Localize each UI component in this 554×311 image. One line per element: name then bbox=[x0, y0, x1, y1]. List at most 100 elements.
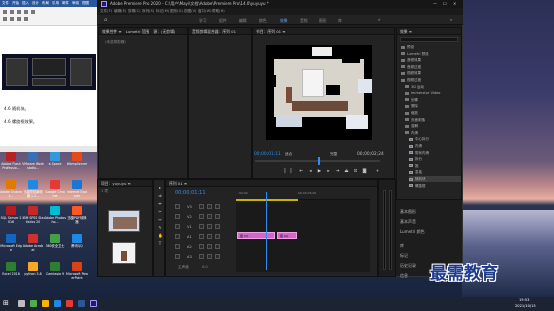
section-lumetri-color[interactable]: Lumetri 颜色 bbox=[400, 229, 425, 235]
effects-tree-item[interactable]: 擦除 bbox=[405, 103, 461, 109]
desktop-icon[interactable]: 腾讯QQ bbox=[66, 234, 88, 264]
close-icon[interactable]: ✕ bbox=[453, 1, 456, 6]
taskbar-app-3-icon[interactable] bbox=[66, 300, 73, 307]
type-tool-icon[interactable]: T bbox=[158, 242, 162, 246]
program-playhead[interactable] bbox=[318, 157, 320, 165]
export-frame-icon[interactable]: ◙ bbox=[362, 169, 367, 174]
effects-tree-item[interactable]: 3D 运动 bbox=[405, 84, 461, 90]
taskbar-app-2-icon[interactable] bbox=[54, 300, 61, 307]
track-sync-toggle[interactable] bbox=[207, 214, 212, 219]
desktop-icon[interactable]: Camtasia 9 bbox=[44, 262, 66, 292]
word-tab-view[interactable]: 视图 bbox=[82, 1, 89, 6]
file-explorer-icon[interactable] bbox=[42, 300, 49, 307]
format-icon[interactable] bbox=[10, 10, 14, 14]
paste-icon[interactable] bbox=[3, 10, 7, 14]
effects-tree-item[interactable]: 缩放 bbox=[405, 110, 461, 116]
step-forward-icon[interactable]: ▸ bbox=[326, 169, 331, 174]
project-clip-thumb-1[interactable] bbox=[108, 210, 140, 232]
desktop-icon[interactable]: VMware Workstatio... bbox=[22, 152, 44, 182]
ws-tab-assembly[interactable]: 组件 bbox=[219, 18, 227, 24]
desktop-icon[interactable]: 360安全卫士 bbox=[44, 234, 66, 264]
effects-tree-item[interactable]: 划像 bbox=[405, 97, 461, 103]
mark-in-icon[interactable]: ▕ bbox=[281, 169, 286, 174]
track-lock-toggle[interactable] bbox=[199, 234, 204, 239]
desktop-icon[interactable]: python 3.8 bbox=[22, 262, 44, 292]
home-icon[interactable]: ⌂ bbox=[104, 17, 107, 23]
word-tab-home[interactable]: 开始 bbox=[12, 1, 19, 6]
desktop-icon[interactable]: Excel 2016 bbox=[0, 262, 22, 292]
word-tab-file[interactable]: 文件 bbox=[2, 1, 9, 6]
bold-icon[interactable] bbox=[17, 10, 21, 14]
timeline-clip-video[interactable]: 图 [V] bbox=[237, 232, 275, 239]
desktop-icon[interactable]: Adobe Flash Professio... bbox=[0, 152, 22, 182]
desktop-icon[interactable]: IBM SPSS Statistics 20 bbox=[22, 206, 44, 236]
effects-tree-item[interactable]: 拆分 bbox=[409, 156, 461, 162]
word-tab-mailings[interactable]: 邮件 bbox=[62, 1, 69, 6]
section-markers[interactable]: 标记 bbox=[400, 253, 408, 259]
section-history[interactable]: 历史记录 bbox=[400, 263, 416, 269]
tab-source[interactable]: 源：(无剪辑) bbox=[153, 29, 175, 34]
track-target-toggle[interactable] bbox=[175, 244, 180, 249]
project-tab[interactable]: 项目：yuyuyu ≡ bbox=[98, 180, 152, 187]
effects-tree-item[interactable]: 推 bbox=[409, 163, 461, 169]
effects-tree-item[interactable]: 螺旋框 bbox=[409, 183, 461, 189]
menu-window[interactable]: 窗口(W) bbox=[198, 9, 212, 14]
menu-clip[interactable]: 剪辑(C) bbox=[128, 9, 141, 14]
track-sync-toggle[interactable] bbox=[207, 204, 212, 209]
minimize-icon[interactable]: — bbox=[433, 1, 437, 6]
slip-tool-icon[interactable]: ↔ bbox=[158, 218, 162, 222]
ws-tab-learning[interactable]: 学习 bbox=[199, 18, 207, 24]
desktop-icon[interactable]: e-Space bbox=[44, 152, 66, 182]
desktop-icon[interactable]: Adobe Acrobat bbox=[22, 234, 44, 264]
fit-dropdown[interactable]: 适合 bbox=[285, 152, 292, 157]
word-tab-insert[interactable]: 插入 bbox=[22, 1, 29, 6]
ws-tab-audio[interactable]: 音频 bbox=[300, 18, 308, 24]
word-tab-layout[interactable]: 布局 bbox=[42, 1, 49, 6]
effects-tree-item[interactable]: 视频效果 bbox=[401, 70, 461, 76]
mark-out-icon[interactable]: ▏ bbox=[290, 169, 295, 174]
sequence-tab[interactable]: 序列 01 ≡ bbox=[166, 180, 377, 187]
track-target-toggle[interactable] bbox=[175, 204, 180, 209]
menu-view[interactable]: 视图(V) bbox=[184, 9, 196, 14]
timeline-playhead[interactable] bbox=[266, 192, 267, 270]
effects-tree-item[interactable]: 页面剥落 bbox=[405, 117, 461, 123]
section-libraries[interactable]: 库 bbox=[400, 243, 404, 249]
effects-tree-item[interactable]: 溶解 bbox=[405, 123, 461, 129]
search-taskbar-icon[interactable] bbox=[18, 300, 25, 307]
timeline-timecode[interactable]: 00;00;01;11 bbox=[175, 190, 206, 196]
quality-dropdown[interactable]: 完整 bbox=[330, 152, 337, 157]
track-visibility-toggle[interactable] bbox=[215, 214, 220, 219]
track-target-toggle[interactable] bbox=[175, 234, 180, 239]
track-lock-toggle[interactable] bbox=[199, 224, 204, 229]
play-icon[interactable]: ▶ bbox=[317, 169, 322, 174]
track-lock-toggle[interactable] bbox=[199, 254, 204, 259]
project-clip-thumb-2[interactable] bbox=[112, 242, 136, 264]
effects-tree-item[interactable]: 内滑 bbox=[409, 143, 461, 149]
effects-tree-item[interactable]: Lumetri 预设 bbox=[401, 51, 461, 57]
maximize-icon[interactable]: ☐ bbox=[443, 1, 447, 6]
ws-tab-effects[interactable]: 效果 bbox=[280, 18, 288, 24]
track-target-toggle[interactable] bbox=[175, 254, 180, 259]
clock-date[interactable]: 2021/10/15 bbox=[515, 304, 536, 308]
section-info[interactable]: 信息 bbox=[400, 273, 408, 279]
section-essential-graphics[interactable]: 基本图形 bbox=[400, 209, 416, 215]
effects-tree-item[interactable]: 带状内滑 bbox=[409, 150, 461, 156]
step-back-icon[interactable]: ◂ bbox=[308, 169, 313, 174]
program-timecode[interactable]: 00;00;01;11 bbox=[254, 152, 281, 157]
more-workspaces-icon[interactable]: » bbox=[378, 17, 380, 22]
hand-tool-icon[interactable]: ✋ bbox=[158, 234, 163, 238]
track-sync-toggle[interactable] bbox=[207, 244, 212, 249]
track-sync-toggle[interactable] bbox=[207, 224, 212, 229]
add-button-icon[interactable]: + bbox=[375, 169, 380, 174]
ripple-edit-tool-icon[interactable]: ⇹ bbox=[158, 202, 162, 206]
menu-sequence[interactable]: 序列(S) bbox=[142, 9, 154, 14]
premiere-taskbar-icon[interactable] bbox=[90, 300, 97, 307]
audio-mixer-tab[interactable]: 音频剪辑混合器：序列 01 bbox=[189, 28, 251, 35]
selection-tool-icon[interactable]: ▸ bbox=[158, 186, 162, 190]
razor-tool-icon[interactable]: ✂ bbox=[158, 210, 162, 214]
work-area-bar[interactable] bbox=[236, 199, 298, 201]
taskbar-app-1-icon[interactable] bbox=[30, 300, 37, 307]
effects-tree-item[interactable]: 随机块 bbox=[409, 176, 461, 182]
track-visibility-toggle[interactable] bbox=[215, 204, 220, 209]
program-monitor-tab[interactable]: 节目：序列 01 ≡ bbox=[253, 28, 394, 35]
